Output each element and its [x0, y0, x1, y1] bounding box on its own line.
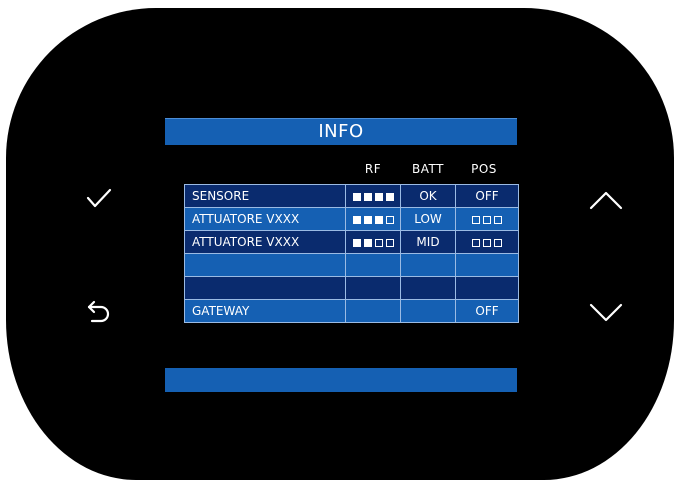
position-square-empty	[483, 215, 491, 224]
rf-signal-cell	[345, 299, 401, 323]
position-square-empty	[494, 238, 502, 247]
position-cell	[455, 276, 519, 300]
device-name-cell: SENSORE	[184, 184, 346, 208]
column-header-pos: POS	[471, 162, 497, 176]
table-row[interactable]	[184, 276, 519, 300]
info-table: SENSORE OK OFF ATTUATORE VXXX LOW ATTUATORE V…	[184, 184, 519, 323]
battery-cell	[400, 253, 456, 277]
position-cell	[455, 230, 519, 254]
position-cell: OFF	[455, 184, 519, 208]
battery-cell	[400, 299, 456, 323]
rf-signal-indicator	[352, 238, 394, 247]
rf-signal-cell	[345, 230, 401, 254]
rf-signal-indicator	[352, 215, 394, 224]
back-button[interactable]	[69, 283, 129, 343]
signal-bar-empty	[385, 215, 394, 224]
up-button[interactable]	[576, 170, 636, 230]
column-header-batt: BATT	[412, 162, 444, 176]
table-row[interactable]	[184, 253, 519, 277]
chevron-up-icon	[589, 191, 623, 210]
position-cell	[455, 253, 519, 277]
signal-bar-filled	[363, 215, 372, 224]
down-button[interactable]	[576, 283, 636, 343]
position-square-empty	[494, 215, 502, 224]
signal-bar-filled	[352, 215, 361, 224]
signal-bar-empty	[374, 238, 383, 247]
rf-signal-cell	[345, 207, 401, 231]
table-row[interactable]: ATTUATORE VXXX MID	[184, 230, 519, 254]
position-cell	[455, 207, 519, 231]
position-square-empty	[472, 238, 480, 247]
column-header-rf: RF	[364, 162, 382, 176]
signal-bar-filled	[352, 192, 361, 201]
signal-bar-filled	[374, 192, 383, 201]
back-arrow-icon	[87, 300, 110, 323]
signal-bar-filled	[374, 215, 383, 224]
table-row[interactable]: GATEWAY OFF	[184, 299, 519, 323]
position-square-empty	[472, 215, 480, 224]
device-name-cell	[184, 276, 346, 300]
position-square-empty	[483, 238, 491, 247]
battery-cell: OK	[400, 184, 456, 208]
signal-bar-filled	[352, 238, 361, 247]
device-name-cell: ATTUATORE VXXX	[184, 207, 346, 231]
position-cell: OFF	[455, 299, 519, 323]
display-screen: INFO RF BATT POS SENSORE OK OFF ATTUATORE V…	[165, 118, 519, 392]
table-row[interactable]: ATTUATORE VXXX LOW	[184, 207, 519, 231]
signal-bar-empty	[385, 238, 394, 247]
position-indicator	[472, 215, 502, 224]
confirm-button[interactable]	[69, 168, 129, 228]
chevron-down-icon	[589, 303, 623, 322]
rf-signal-indicator	[352, 192, 394, 201]
battery-cell: LOW	[400, 207, 456, 231]
table-row[interactable]: SENSORE OK OFF	[184, 184, 519, 208]
rf-signal-cell	[345, 184, 401, 208]
position-indicator	[472, 238, 502, 247]
rf-signal-cell	[345, 276, 401, 300]
check-icon	[86, 188, 112, 208]
signal-bar-filled	[385, 192, 394, 201]
rf-signal-cell	[345, 253, 401, 277]
signal-bar-filled	[363, 238, 372, 247]
screen-footer-bar	[165, 368, 517, 392]
device-name-cell: GATEWAY	[184, 299, 346, 323]
battery-cell: MID	[400, 230, 456, 254]
device-name-cell: ATTUATORE VXXX	[184, 230, 346, 254]
battery-cell	[400, 276, 456, 300]
device-name-cell	[184, 253, 346, 277]
screen-title: INFO	[165, 118, 517, 145]
signal-bar-filled	[363, 192, 372, 201]
